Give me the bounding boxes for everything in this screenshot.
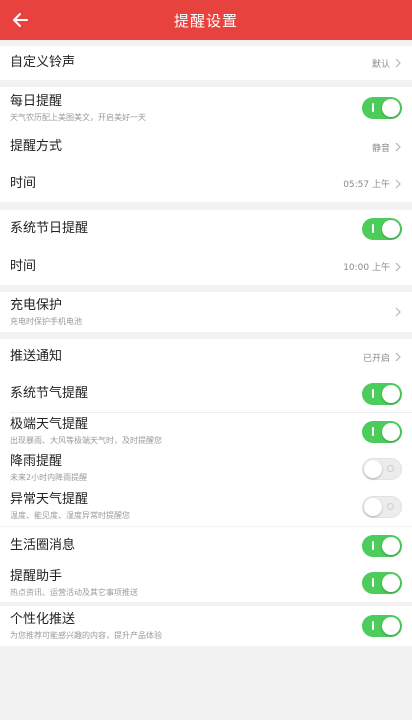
- reminder-assistant-toggle[interactable]: [362, 572, 402, 594]
- push-notification-value: 已开启: [362, 353, 390, 364]
- charging-protection-row[interactable]: 充电保护 充电时保护手机电池: [0, 292, 412, 332]
- life-circle-label: 生活圈消息: [10, 537, 76, 553]
- extreme-weather-label: 极端天气提醒: [10, 417, 89, 432]
- holiday-reminder-toggle[interactable]: [362, 218, 402, 240]
- personalized-push-row: 个性化推送 为您推荐可能感兴趣的内容，提升产品体验: [0, 606, 412, 646]
- holiday-reminder-group: 系统节日提醒 时间 10:00 上午: [0, 210, 412, 285]
- reminder-mode-row[interactable]: 提醒方式 静音: [0, 129, 412, 165]
- extreme-weather-toggle[interactable]: [362, 420, 402, 443]
- personalized-push-desc: 为您推荐可能感兴趣的内容，提升产品体验: [10, 630, 162, 640]
- social-group: 生活圈消息 提醒助手 热点资讯、运营活动及其它事项推送: [0, 527, 412, 602]
- chevron-right-icon: [395, 58, 401, 68]
- back-arrow-icon: [13, 13, 28, 27]
- abnormal-weather-label: 异常天气提醒: [10, 492, 89, 507]
- daily-reminder-label: 每日提醒: [10, 93, 63, 109]
- extreme-weather-row: 极端天气提醒 出现暴雨、大风等极端天气时，及时提醒您: [0, 413, 412, 450]
- rain-reminder-label: 降雨提醒: [10, 454, 63, 469]
- life-circle-toggle[interactable]: [362, 534, 402, 557]
- daily-reminder-row: 每日提醒 天气农历配上美图美文，开启美好一天: [0, 87, 412, 129]
- rain-reminder-toggle[interactable]: [362, 457, 402, 480]
- daily-time-label: 时间: [10, 175, 37, 191]
- push-group: 推送通知 已开启 系统节气提醒 极端天气提醒 出现暴雨、大风等极端天气时，及时提…: [0, 339, 412, 526]
- holiday-time-row[interactable]: 时间 10:00 上午: [0, 248, 412, 285]
- abnormal-weather-toggle[interactable]: [362, 495, 402, 518]
- ringtone-row[interactable]: 自定义铃声 默认: [0, 46, 412, 80]
- solar-term-row: 系统节气提醒: [0, 375, 412, 412]
- rain-reminder-desc: 未来2小时内降雨提醒: [10, 473, 88, 482]
- daily-time-row[interactable]: 时间 05:57 上午: [0, 165, 412, 202]
- reminder-assistant-desc: 热点资讯、运营活动及其它事项推送: [10, 587, 138, 597]
- rain-reminder-row: 降雨提醒 未来2小时内降雨提醒: [0, 450, 412, 487]
- personalized-push-label: 个性化推送: [10, 611, 76, 627]
- chevron-right-icon: [395, 262, 401, 271]
- abnormal-weather-row: 异常天气提醒 温度、能见度、湿度异常时提醒您: [0, 487, 412, 526]
- holiday-reminder-label: 系统节日提醒: [10, 221, 89, 236]
- chevron-right-icon: [395, 352, 401, 362]
- personalized-push-toggle[interactable]: [362, 615, 402, 637]
- holiday-reminder-row: 系统节日提醒: [0, 210, 412, 248]
- holiday-time-value: 10:00 上午: [343, 263, 390, 273]
- charging-group: 充电保护 充电时保护手机电池: [0, 292, 412, 332]
- push-notification-row[interactable]: 推送通知 已开启: [0, 339, 412, 375]
- charging-protection-desc: 充电时保护手机电池: [10, 316, 82, 326]
- chevron-right-icon: [395, 179, 401, 188]
- ringtone-value: 默认: [371, 59, 390, 70]
- holiday-time-label: 时间: [10, 258, 37, 274]
- ringtone-label: 自定义铃声: [10, 55, 76, 70]
- personalized-group: 个性化推送 为您推荐可能感兴趣的内容，提升产品体验: [0, 606, 412, 646]
- extreme-weather-desc: 出现暴雨、大风等极端天气时，及时提醒您: [10, 436, 162, 445]
- push-notification-label: 推送通知: [10, 349, 63, 364]
- back-button[interactable]: [6, 6, 34, 34]
- reminder-assistant-label: 提醒助手: [10, 568, 63, 584]
- reminder-assistant-row: 提醒助手 热点资讯、运营活动及其它事项推送: [0, 564, 412, 602]
- chevron-right-icon: [395, 142, 401, 152]
- life-circle-row: 生活圈消息: [0, 527, 412, 564]
- page-title: 提醒设置: [173, 11, 238, 30]
- daily-time-value: 05:57 上午: [343, 180, 390, 190]
- abnormal-weather-desc: 温度、能见度、湿度异常时提醒您: [10, 511, 130, 520]
- daily-reminder-group: 每日提醒 天气农历配上美图美文，开启美好一天 提醒方式 静音 时间 05:57 …: [0, 87, 412, 202]
- chevron-right-icon: [395, 307, 401, 317]
- solar-term-toggle[interactable]: [362, 382, 402, 405]
- daily-reminder-desc: 天气农历配上美图美文，开启美好一天: [10, 112, 146, 122]
- ringtone-group: 自定义铃声 默认: [0, 46, 412, 80]
- reminder-mode-label: 提醒方式: [10, 139, 63, 154]
- solar-term-label: 系统节气提醒: [10, 385, 89, 401]
- reminder-mode-value: 静音: [371, 143, 390, 154]
- daily-reminder-toggle[interactable]: [362, 97, 402, 119]
- charging-protection-label: 充电保护: [10, 297, 63, 313]
- header-bar: 提醒设置: [0, 0, 412, 40]
